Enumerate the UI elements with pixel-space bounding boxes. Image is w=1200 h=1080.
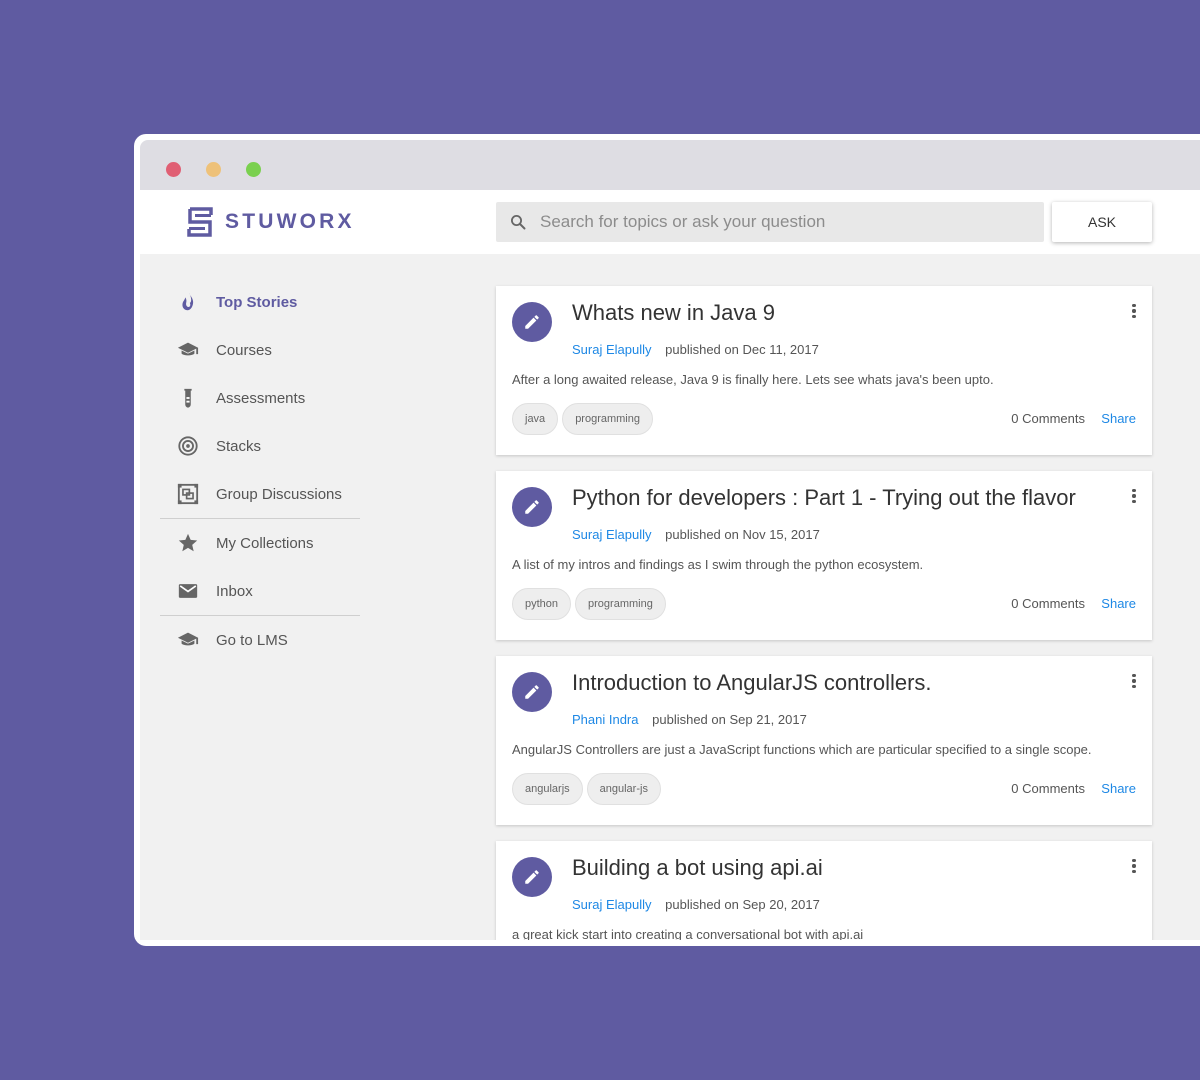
- story-meta: Suraj Elapully published on Sep 20, 2017: [572, 897, 820, 912]
- brand-name: STUWORX: [225, 210, 355, 233]
- window-titlebar: [140, 140, 1200, 190]
- search-input[interactable]: [540, 212, 1020, 232]
- sidebar-item-label: My Collections: [216, 534, 314, 552]
- comments-link[interactable]: 0 Comments: [1011, 596, 1085, 611]
- search-icon: [511, 215, 526, 230]
- story-title[interactable]: Introduction to AngularJS controllers.: [572, 670, 932, 696]
- story-tags: java programming: [512, 403, 657, 435]
- pencil-icon: [525, 870, 539, 884]
- sidebar-item-label: Assessments: [216, 389, 306, 407]
- ask-button[interactable]: ASK: [1052, 202, 1152, 242]
- share-link[interactable]: Share: [1101, 781, 1136, 796]
- story-meta: Suraj Elapully published on Dec 11, 2017: [572, 342, 819, 357]
- tag-chip[interactable]: python: [512, 588, 572, 620]
- sidebar-item-label: Group Discussions: [216, 485, 342, 503]
- story-author[interactable]: Suraj Elapully: [572, 527, 652, 542]
- sidebar-item-label: Top Stories: [216, 293, 298, 311]
- edit-post-button[interactable]: [512, 857, 552, 897]
- story-card: Python for developers : Part 1 - Trying …: [496, 471, 1152, 640]
- tag-chip[interactable]: programming: [562, 403, 653, 435]
- tag-chip[interactable]: programming: [575, 588, 666, 620]
- star-icon: [176, 531, 200, 555]
- sidebar-item-label: Inbox: [216, 582, 253, 600]
- tag-chip[interactable]: java: [512, 403, 559, 435]
- story-title[interactable]: Building a bot using api.ai: [572, 855, 823, 881]
- minimize-window-dot[interactable]: [206, 162, 221, 177]
- more-vert-icon[interactable]: [1128, 487, 1140, 505]
- graduation-cap-icon: [176, 338, 200, 362]
- story-excerpt: a great kick start into creating a conve…: [512, 927, 864, 940]
- comments-link[interactable]: 0 Comments: [1011, 781, 1085, 796]
- test-tube-icon: [176, 386, 200, 410]
- tag-chip[interactable]: angularjs: [512, 773, 583, 805]
- pencil-icon: [525, 685, 539, 699]
- story-excerpt: A list of my intros and findings as I sw…: [512, 557, 924, 572]
- tag-chip[interactable]: angular-js: [586, 773, 661, 805]
- comments-link[interactable]: 0 Comments: [1011, 411, 1085, 426]
- sidebar-item-group-discussions[interactable]: Group Discussions: [160, 470, 360, 518]
- story-excerpt: After a long awaited release, Java 9 is …: [512, 372, 994, 387]
- more-vert-icon[interactable]: [1128, 302, 1140, 320]
- sidebar-item-label: Stacks: [216, 437, 262, 455]
- story-date: published on Sep 20, 2017: [665, 897, 820, 912]
- more-vert-icon[interactable]: [1128, 857, 1140, 875]
- story-tags: python programming: [512, 588, 670, 620]
- pencil-icon: [525, 500, 539, 514]
- sidebar-item-assessments[interactable]: Assessments: [160, 374, 360, 422]
- pencil-icon: [525, 315, 539, 329]
- story-excerpt: AngularJS Controllers are just a JavaScr…: [512, 742, 1092, 757]
- logo[interactable]: STUWORX: [184, 206, 355, 238]
- story-card: Building a bot using api.ai Suraj Elapul…: [496, 841, 1152, 940]
- edit-post-button[interactable]: [512, 487, 552, 527]
- mail-icon: [176, 579, 200, 603]
- main-content: Top Stories Courses Assessments Stacks G…: [140, 254, 1200, 940]
- maximize-window-dot[interactable]: [246, 162, 261, 177]
- share-link[interactable]: Share: [1101, 596, 1136, 611]
- sidebar-item-my-collections[interactable]: My Collections: [160, 519, 360, 567]
- sidebar-item-go-to-lms[interactable]: Go to LMS: [160, 616, 360, 664]
- stuworx-logo-icon: [187, 207, 213, 237]
- story-card: Introduction to AngularJS controllers. P…: [496, 656, 1152, 825]
- sidebar-item-stacks[interactable]: Stacks: [160, 422, 360, 470]
- story-meta: Phani Indra published on Sep 21, 2017: [572, 712, 807, 727]
- edit-post-button[interactable]: [512, 302, 552, 342]
- story-tags: angularjs angular-js: [512, 773, 665, 805]
- sidebar-item-label: Go to LMS: [216, 631, 288, 649]
- flame-icon: [176, 290, 200, 314]
- edit-post-button[interactable]: [512, 672, 552, 712]
- target-icon: [176, 434, 200, 458]
- story-title[interactable]: Whats new in Java 9: [572, 300, 775, 326]
- story-date: published on Dec 11, 2017: [665, 342, 819, 357]
- sidebar: Top Stories Courses Assessments Stacks G…: [160, 278, 360, 664]
- story-author[interactable]: Phani Indra: [572, 712, 639, 727]
- story-title[interactable]: Python for developers : Part 1 - Trying …: [572, 485, 1076, 511]
- story-feed: Whats new in Java 9 Suraj Elapully publi…: [496, 286, 1152, 940]
- sidebar-item-label: Courses: [216, 341, 272, 359]
- story-meta: Suraj Elapully published on Nov 15, 2017: [572, 527, 820, 542]
- group-frame-icon: [176, 482, 200, 506]
- browser-window: STUWORX ASK Top Stories Courses: [134, 134, 1200, 946]
- more-vert-icon[interactable]: [1128, 672, 1140, 690]
- story-author[interactable]: Suraj Elapully: [572, 342, 652, 357]
- close-window-dot[interactable]: [166, 162, 181, 177]
- sidebar-item-top-stories[interactable]: Top Stories: [160, 278, 360, 326]
- sidebar-item-inbox[interactable]: Inbox: [160, 567, 360, 615]
- app-header: STUWORX ASK: [140, 190, 1200, 254]
- search-bar: [496, 202, 1044, 242]
- graduation-cap-icon: [176, 628, 200, 652]
- story-card: Whats new in Java 9 Suraj Elapully publi…: [496, 286, 1152, 455]
- story-author[interactable]: Suraj Elapully: [572, 897, 652, 912]
- sidebar-item-courses[interactable]: Courses: [160, 326, 360, 374]
- share-link[interactable]: Share: [1101, 411, 1136, 426]
- story-date: published on Nov 15, 2017: [665, 527, 820, 542]
- story-date: published on Sep 21, 2017: [652, 712, 807, 727]
